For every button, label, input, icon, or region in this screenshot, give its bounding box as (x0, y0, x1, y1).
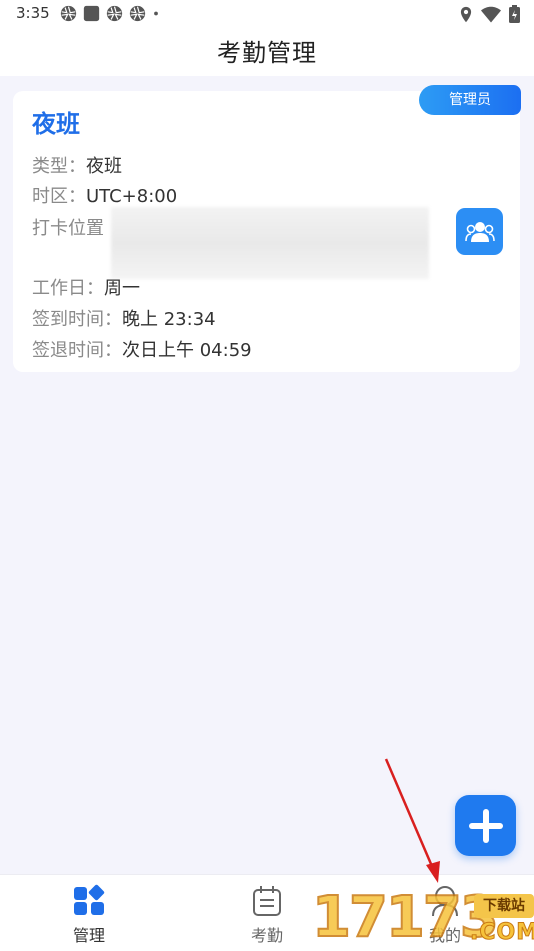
workday-label: 工作日： (32, 278, 104, 299)
checkin-row: 签到时间：晚上 23:34 (32, 305, 216, 331)
tab-manage[interactable]: 管理 (39, 875, 139, 951)
status-bar: 3:35 (0, 0, 534, 28)
app-header: 考勤管理 (0, 28, 534, 76)
dot-icon (154, 11, 158, 16)
manage-icon (74, 884, 105, 915)
checkout-value: 次日上午 04:59 (122, 340, 252, 361)
checkout-label: 签退时间： (32, 340, 122, 361)
battery-icon (509, 5, 520, 23)
timezone-label: 时区： (32, 186, 86, 207)
checkin-value: 晚上 23:34 (122, 309, 216, 330)
members-button[interactable] (456, 208, 503, 255)
square-icon (83, 5, 100, 22)
shift-card[interactable]: 管理员 夜班 类型：夜班 时区：UTC+8:00 打卡位置 工作日：周一 签到时… (13, 85, 521, 372)
add-shift-button[interactable] (455, 795, 516, 856)
timezone-row: 时区：UTC+8:00 (32, 182, 177, 208)
wifi-icon (481, 6, 501, 22)
watermark-site: 下载站 (474, 894, 534, 918)
calendar-icon (253, 886, 281, 916)
type-row: 类型：夜班 (32, 152, 122, 178)
checkin-label: 签到时间： (32, 309, 122, 330)
system-icons (459, 5, 520, 23)
location-label: 打卡位置 (32, 218, 104, 239)
tab-attendance-label: 考勤 (250, 926, 283, 945)
type-value: 夜班 (86, 156, 122, 177)
aperture-icon (129, 5, 146, 22)
plus-icon (468, 808, 503, 843)
type-label: 类型： (32, 156, 86, 177)
blurred-location (111, 207, 429, 279)
watermark-domain: .COM (469, 920, 534, 946)
tab-manage-label: 管理 (72, 926, 105, 945)
timezone-value: UTC+8:00 (86, 186, 178, 207)
watermark: 17173 下载站 .COM (308, 885, 534, 951)
annotation-arrow (384, 758, 440, 883)
notification-icons (60, 5, 160, 22)
workday-value: 周一 (104, 278, 140, 299)
workday-row: 工作日：周一 (32, 274, 140, 300)
location-icon (460, 6, 472, 22)
page-title: 考勤管理 (217, 39, 317, 67)
admin-badge: 管理员 (419, 85, 521, 115)
members-icon (464, 221, 495, 242)
shift-name: 夜班 (32, 110, 80, 138)
status-time: 3:35 (16, 4, 50, 22)
location-row: 打卡位置 (32, 214, 104, 240)
aperture-icon (60, 5, 77, 22)
checkout-row: 签退时间：次日上午 04:59 (32, 336, 252, 362)
tab-attendance[interactable]: 考勤 (217, 875, 317, 951)
aperture-icon (106, 5, 123, 22)
